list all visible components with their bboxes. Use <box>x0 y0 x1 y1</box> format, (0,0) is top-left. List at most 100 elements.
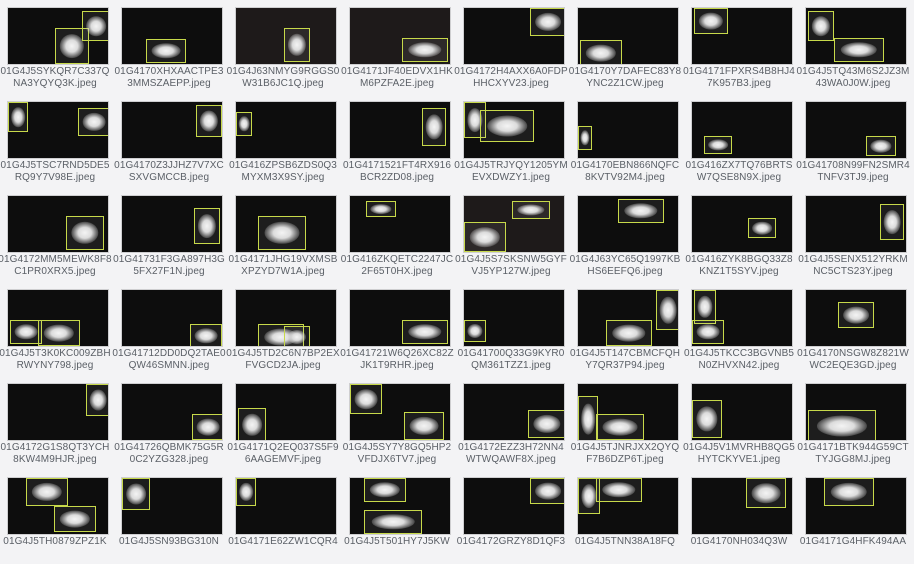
image-thumbnail[interactable] <box>236 478 336 534</box>
image-thumbnail[interactable] <box>464 102 564 158</box>
image-thumbnail[interactable] <box>692 102 792 158</box>
image-thumbnail[interactable] <box>806 8 906 64</box>
image-tile[interactable]: 01G4J5T501HY7J5KW <box>340 470 454 564</box>
image-thumbnail[interactable] <box>464 8 564 64</box>
image-tile[interactable]: 01G4172GRZY8D1QF3 <box>454 470 568 564</box>
image-tile[interactable]: 01G4171FPXRS4B8HJ47K957B3.jpeg <box>682 0 796 94</box>
image-thumbnail[interactable] <box>464 384 564 440</box>
image-tile[interactable]: 01G416ZKQETC2247JC2F65T0HX.jpeg <box>340 188 454 282</box>
image-tile[interactable]: 01G4J5TKCC3BGVNB5N0ZHVXN42.jpeg <box>682 282 796 376</box>
image-thumbnail[interactable] <box>236 8 336 64</box>
image-thumbnail[interactable] <box>350 290 450 346</box>
image-thumbnail[interactable] <box>578 478 678 534</box>
image-thumbnail[interactable] <box>350 196 450 252</box>
image-thumbnail[interactable] <box>8 384 108 440</box>
image-tile[interactable]: 01G4171JF40EDVX1HKM6PZFA2E.jpeg <box>340 0 454 94</box>
image-thumbnail[interactable] <box>578 290 678 346</box>
image-tile[interactable]: 01G4J5TD2C6N7BP2EXFVGCD2JA.jpeg <box>226 282 340 376</box>
image-tile[interactable]: 01G41726QBMK75G5R0C2YZG328.jpeg <box>112 376 226 470</box>
image-tile[interactable]: 01G416ZX7TQ76BRTSW7QSE8N9X.jpeg <box>682 94 796 188</box>
image-tile[interactable]: 01G41708N99FN2SMR4TNFV3TJ9.jpeg <box>796 94 910 188</box>
image-thumbnail[interactable] <box>578 384 678 440</box>
crayfish-silhouette <box>59 34 85 58</box>
image-thumbnail[interactable] <box>806 384 906 440</box>
image-tile[interactable]: 01G4170Z3JJHZ7V7XCSXVGMCCB.jpeg <box>112 94 226 188</box>
image-tile[interactable]: 01G4J5T3K0KC009ZBHRWYNY798.jpeg <box>0 282 112 376</box>
image-thumbnail[interactable] <box>8 196 108 252</box>
image-thumbnail[interactable] <box>122 478 222 534</box>
image-thumbnail[interactable] <box>692 8 792 64</box>
image-thumbnail[interactable] <box>350 384 450 440</box>
image-tile[interactable]: 01G4J5SENX512YRKMNC5CTS23Y.jpeg <box>796 188 910 282</box>
image-tile[interactable]: 01G4172G1S8QT3YCH8KW4M9HJR.jpeg <box>0 376 112 470</box>
image-thumbnail[interactable] <box>236 196 336 252</box>
image-thumbnail[interactable] <box>578 196 678 252</box>
image-tile[interactable]: 01G41721W6Q26XC82ZJK1T9RHR.jpeg <box>340 282 454 376</box>
image-thumbnail[interactable] <box>350 102 450 158</box>
image-tile[interactable]: 01G41712DD0DQ2TAE0QW46SMNN.jpeg <box>112 282 226 376</box>
image-tile[interactable]: 01G4J5SN93BG310N <box>112 470 226 564</box>
file-name: 01G41731F3GA897H3G5FX27F1N.jpeg <box>113 254 225 277</box>
image-tile[interactable]: 01G4J5TQ43M6S2JZ3M43WA0J0W.jpeg <box>796 0 910 94</box>
image-tile[interactable]: 01G4172EZZ3H72NN4WTWQAWF8X.jpeg <box>454 376 568 470</box>
image-tile[interactable]: 01G4J5TRJYQY1205YMEVXDWZY1.jpeg <box>454 94 568 188</box>
image-thumbnail[interactable] <box>8 102 108 158</box>
image-tile[interactable]: 01G4172MM5MEWK8F8C1PR0XRX5.jpeg <box>0 188 112 282</box>
image-tile[interactable]: 01G4J5TNN38A18FQ <box>568 470 682 564</box>
image-thumbnail[interactable] <box>464 478 564 534</box>
image-thumbnail[interactable] <box>122 8 222 64</box>
image-thumbnail[interactable] <box>806 196 906 252</box>
image-tile[interactable]: 01G416ZPSB6ZDS0Q3MYXM3X9SY.jpeg <box>226 94 340 188</box>
image-tile[interactable]: 01G4170EBN866NQFC8KVTV92M4.jpeg <box>568 94 682 188</box>
image-tile[interactable]: 01G4170NSGW8Z821WWC2EQE3GD.jpeg <box>796 282 910 376</box>
image-tile[interactable]: 01G4171G4HFK494AA <box>796 470 910 564</box>
image-thumbnail[interactable] <box>122 290 222 346</box>
image-thumbnail[interactable] <box>122 384 222 440</box>
image-thumbnail[interactable] <box>692 196 792 252</box>
image-thumbnail[interactable] <box>692 384 792 440</box>
image-thumbnail[interactable] <box>806 478 906 534</box>
image-tile[interactable]: 01G4170NH034Q3W <box>682 470 796 564</box>
file-name: 01G416ZKQETC2247JC2F65T0HX.jpeg <box>340 254 454 277</box>
image-thumbnail[interactable] <box>236 102 336 158</box>
image-tile[interactable]: 01G4170XHXAACTPE33MMSZAEPP.jpeg <box>112 0 226 94</box>
image-tile[interactable]: 01G4171Q2EQ037S5F96AAGEMVF.jpeg <box>226 376 340 470</box>
image-thumbnail[interactable] <box>464 196 564 252</box>
image-thumbnail[interactable] <box>578 8 678 64</box>
image-tile[interactable]: 01G4J5T147CBMCFQHY7QR37P94.jpeg <box>568 282 682 376</box>
image-thumbnail[interactable] <box>8 8 108 64</box>
image-thumbnail[interactable] <box>122 102 222 158</box>
image-thumbnail[interactable] <box>236 290 336 346</box>
image-tile[interactable]: 01G4J5S7SKSNW5GYFVJ5YP127W.jpeg <box>454 188 568 282</box>
image-thumbnail[interactable] <box>236 384 336 440</box>
image-tile[interactable]: 01G4170Y7DAFEC83Y8YNC2Z1CW.jpeg <box>568 0 682 94</box>
image-thumbnail[interactable] <box>464 290 564 346</box>
image-tile[interactable]: 01G416ZYK8BGQ33Z8KNZ1T5SYV.jpeg <box>682 188 796 282</box>
image-tile[interactable]: 01G4171521FT4RX916BCR2ZD08.jpeg <box>340 94 454 188</box>
image-thumbnail[interactable] <box>350 8 450 64</box>
image-tile[interactable]: 01G4J63YC65Q1997KBHS6EEFQ6.jpeg <box>568 188 682 282</box>
image-tile[interactable]: 01G4171JHG19VXMSBXPZYD7W1A.jpeg <box>226 188 340 282</box>
image-thumbnail[interactable] <box>692 290 792 346</box>
image-tile[interactable]: 01G4171BTK944G59CTTYJGG8MJ.jpeg <box>796 376 910 470</box>
image-tile[interactable]: 01G4J5SY7Y8GQ5HP2VFDJX6TV7.jpeg <box>340 376 454 470</box>
image-tile[interactable]: 01G4J63NMYG9RGGS0W31B6JC1Q.jpeg <box>226 0 340 94</box>
image-tile[interactable]: 01G4J5TSC7RND5DE5RQ9Y7V98E.jpeg <box>0 94 112 188</box>
image-thumbnail[interactable] <box>806 290 906 346</box>
image-tile[interactable]: 01G4J5V1MVRHB8QG5HYTCKYVE1.jpeg <box>682 376 796 470</box>
file-name: 01G4J5TNN38A18FQ <box>575 536 675 547</box>
image-tile[interactable]: 01G4J5TH0879ZPZ1K <box>0 470 112 564</box>
image-tile[interactable]: 01G4J5TJNRJXX2QYQF7B6DZP6T.jpeg <box>568 376 682 470</box>
image-thumbnail[interactable] <box>692 478 792 534</box>
image-tile[interactable]: 01G4172H4AXX6A0FDPHHCXYV23.jpeg <box>454 0 568 94</box>
image-tile[interactable]: 01G4J5SYKQR7C337QNA3YQYQ3K.jpeg <box>0 0 112 94</box>
image-thumbnail[interactable] <box>122 196 222 252</box>
image-tile[interactable]: 01G4171E62ZW1CQR4 <box>226 470 340 564</box>
image-thumbnail[interactable] <box>350 478 450 534</box>
image-thumbnail[interactable] <box>806 102 906 158</box>
image-thumbnail[interactable] <box>8 478 108 534</box>
image-tile[interactable]: 01G41700Q33G9KYR0QM361TZZ1.jpeg <box>454 282 568 376</box>
image-thumbnail[interactable] <box>578 102 678 158</box>
image-tile[interactable]: 01G41731F3GA897H3G5FX27F1N.jpeg <box>112 188 226 282</box>
image-thumbnail[interactable] <box>8 290 108 346</box>
